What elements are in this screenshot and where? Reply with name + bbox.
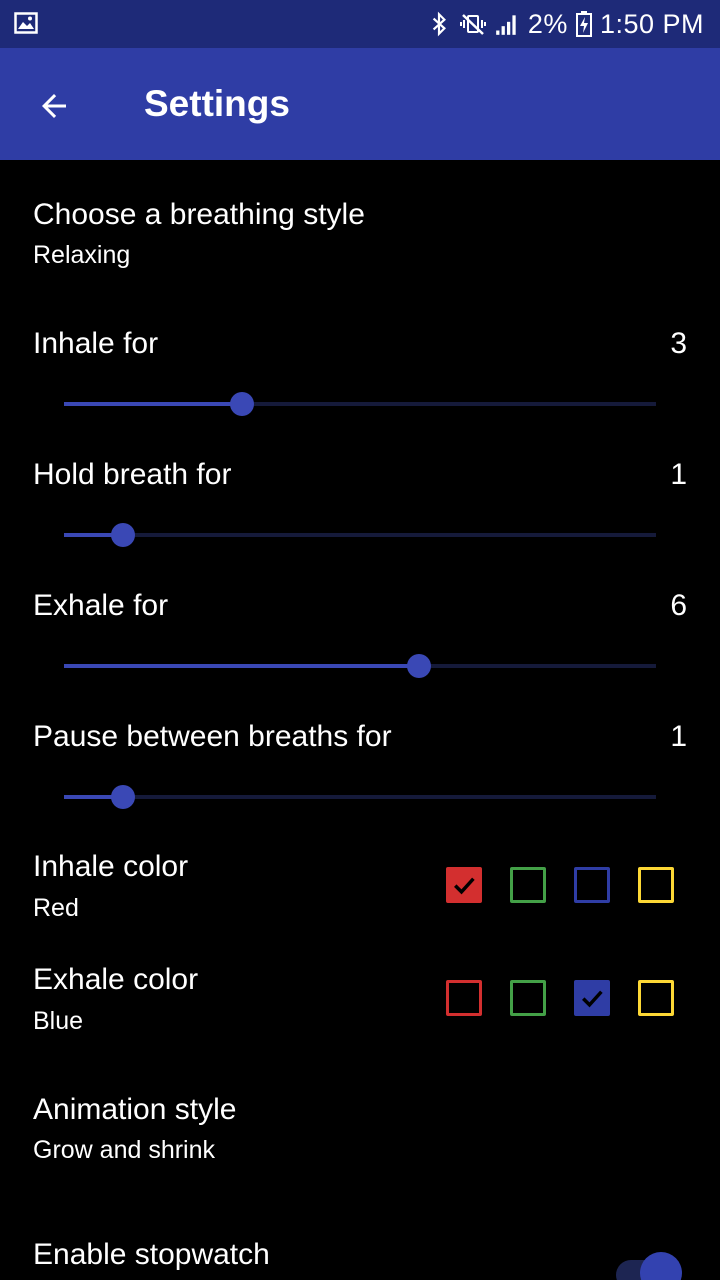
exhale-color-preference: Exhale color Blue xyxy=(0,943,720,1055)
hold-duration-value: 1 xyxy=(670,458,687,491)
slider-thumb[interactable] xyxy=(111,523,136,547)
inhale-color-title: Inhale color xyxy=(33,850,189,883)
exhale-color-swatch-green[interactable] xyxy=(510,980,546,1016)
arrow-back-icon xyxy=(42,94,66,118)
stopwatch-toggle[interactable] xyxy=(616,1252,682,1280)
slider-track xyxy=(64,795,656,799)
animation-style-title: Animation style xyxy=(33,1093,237,1126)
status-time: 1:50 PM xyxy=(599,9,704,39)
inhale-duration-title: Inhale for xyxy=(33,327,159,360)
hold-duration-slider[interactable] xyxy=(64,520,656,550)
inhale-duration-preference: Inhale for 3 xyxy=(0,300,720,431)
bluetooth-icon xyxy=(432,11,446,37)
slider-thumb[interactable] xyxy=(229,392,254,416)
pause-duration-value: 1 xyxy=(670,720,687,753)
inhale-color-summary: Red xyxy=(33,894,79,922)
slider-fill xyxy=(64,664,420,668)
inhale-color-swatch-green[interactable] xyxy=(510,867,546,903)
stopwatch-title: Enable stopwatch xyxy=(33,1238,270,1271)
exhale-duration-value: 6 xyxy=(670,589,687,622)
gallery-icon xyxy=(14,12,38,34)
exhale-duration-slider[interactable] xyxy=(64,651,656,681)
breathing-style-summary: Relaxing xyxy=(33,241,131,269)
check-icon xyxy=(582,990,603,1008)
exhale-color-swatch-blue[interactable] xyxy=(574,980,610,1016)
battery-charging-icon xyxy=(575,11,592,37)
slider-thumb[interactable] xyxy=(407,654,432,678)
slider-track xyxy=(64,533,656,537)
exhale-color-swatches xyxy=(446,980,674,1016)
exhale-duration-preference: Exhale for 6 xyxy=(0,562,720,693)
inhale-color-swatch-red[interactable] xyxy=(446,867,482,903)
inhale-color-swatch-blue[interactable] xyxy=(574,867,610,903)
inhale-color-swatches xyxy=(446,867,674,903)
animation-style-summary: Grow and shrink xyxy=(33,1136,216,1164)
page-title: Settings xyxy=(144,83,290,124)
inhale-color-preference: Inhale color Red xyxy=(0,830,720,942)
breathing-style-preference[interactable]: Choose a breathing style Relaxing xyxy=(0,160,720,290)
status-icons: 2% 1:50 PM xyxy=(426,8,704,40)
exhale-duration-title: Exhale for xyxy=(33,589,169,622)
battery-percent: 2% xyxy=(527,9,568,39)
status-bar: 2% 1:50 PM xyxy=(0,0,720,48)
vibrate-mute-icon xyxy=(459,14,486,35)
exhale-color-summary: Blue xyxy=(33,1007,84,1035)
exhale-color-swatch-red[interactable] xyxy=(446,980,482,1016)
inhale-duration-slider[interactable] xyxy=(64,389,656,419)
stopwatch-preference[interactable]: Enable stopwatch xyxy=(0,1215,720,1280)
check-icon xyxy=(454,877,475,895)
inhale-color-swatch-yellow[interactable] xyxy=(638,867,674,903)
back-button[interactable] xyxy=(24,76,84,136)
exhale-color-swatch-yellow[interactable] xyxy=(638,980,674,1016)
animation-style-preference[interactable]: Animation style Grow and shrink xyxy=(0,1070,720,1190)
hold-duration-preference: Hold breath for 1 xyxy=(0,431,720,562)
slider-thumb[interactable] xyxy=(111,785,136,809)
exhale-color-title: Exhale color xyxy=(33,963,199,996)
pause-duration-slider[interactable] xyxy=(64,782,656,812)
breathing-style-title: Choose a breathing style xyxy=(33,198,365,231)
hold-duration-title: Hold breath for xyxy=(33,458,232,491)
slider-fill xyxy=(64,402,242,406)
inhale-duration-value: 3 xyxy=(670,327,687,360)
pause-duration-preference: Pause between breaths for 1 xyxy=(0,693,720,824)
settings-screen: 2% 1:50 PM Settings Choose a breathing s… xyxy=(0,0,720,1280)
signal-icon xyxy=(496,15,516,35)
pause-duration-title: Pause between breaths for xyxy=(33,720,392,753)
app-bar: Settings xyxy=(0,48,720,160)
